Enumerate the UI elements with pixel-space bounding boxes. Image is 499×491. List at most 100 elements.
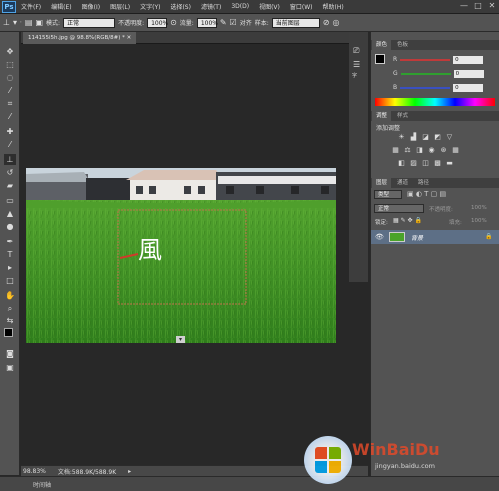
airbrush-icon[interactable]: ✎ [220, 18, 227, 28]
minimize-button[interactable]: — [459, 1, 469, 11]
crop-tool-icon[interactable]: ⌗ [4, 98, 16, 109]
menu-select[interactable]: 选择(S) [165, 2, 196, 11]
brush-size[interactable]: ⋅ [20, 19, 22, 26]
layer-row-background[interactable]: 👁 背景 🔒 [371, 230, 499, 244]
marquee-tool-icon[interactable]: ⬚ [4, 59, 16, 70]
layer-opacity-value[interactable]: 100% [471, 205, 487, 211]
type-tool-icon[interactable]: T [4, 249, 16, 260]
invert-icon[interactable]: ◧ [397, 159, 406, 167]
layer-visibility-eye-icon[interactable]: 👁 [375, 233, 384, 241]
menu-image[interactable]: 图像(I) [77, 2, 105, 11]
sample-select[interactable]: 当前图层 [271, 17, 320, 28]
menu-3d[interactable]: 3D(D) [226, 3, 254, 10]
green-slider[interactable] [400, 72, 451, 75]
curves-icon[interactable]: ◪ [421, 133, 430, 141]
ignore-adjustment-icon[interactable]: ⊘ [323, 18, 330, 28]
document-image[interactable] [26, 168, 336, 343]
mode-select[interactable]: 正常 [63, 17, 116, 28]
timeline-label[interactable]: 时间轴 [33, 480, 51, 489]
pressure-size-icon[interactable]: ◎ [332, 18, 339, 28]
menu-view[interactable]: 视图(V) [254, 2, 285, 11]
flow-input[interactable]: 100% [196, 17, 218, 28]
gradient-map-icon[interactable]: ▬ [445, 159, 454, 167]
lock-icons[interactable]: ▦ ✎ ✥ 🔒 [393, 217, 422, 224]
menu-help[interactable]: 帮助(H) [318, 2, 349, 11]
maximize-button[interactable]: □ [473, 1, 483, 11]
hue-saturation-icon[interactable]: ▦ [391, 146, 400, 154]
eyedropper-tool-icon[interactable]: ⁄ [4, 111, 16, 122]
tab-styles[interactable]: 样式 [393, 111, 412, 121]
foreground-color-swatch[interactable] [4, 328, 13, 337]
properties-panel-icon[interactable]: ☰ [353, 60, 360, 69]
tab-adjustments[interactable]: 调整 [372, 111, 392, 121]
healing-brush-tool-icon[interactable]: ✚ [4, 126, 16, 137]
zoom-level[interactable]: 98.83% [23, 468, 46, 475]
lasso-tool-icon[interactable]: ◌ [4, 72, 16, 83]
opacity-input[interactable]: 100% [147, 17, 168, 28]
stamp-tool-icon[interactable]: ⊥ [3, 18, 10, 28]
gradient-tool-icon[interactable]: ▭ [4, 195, 16, 206]
fill-value[interactable]: 100% [471, 218, 487, 224]
layer-blend-mode[interactable]: 正常 [374, 204, 424, 213]
path-select-tool-icon[interactable]: ▸ [4, 262, 16, 273]
layer-filter-icons[interactable]: ▣ ◐ T ▢ ▤ [407, 190, 446, 198]
brush-preset-icon[interactable]: ▾ [13, 18, 17, 28]
blur-tool-icon[interactable]: ▲ [4, 208, 16, 219]
history-panel-icon[interactable]: ⎚ [353, 46, 359, 56]
screen-mode-icon[interactable]: ▣ [4, 362, 16, 373]
green-value[interactable]: 0 [453, 69, 484, 78]
color-foreground-swatch[interactable] [375, 54, 385, 64]
menu-file[interactable]: 文件(F) [16, 2, 46, 11]
zoom-tool-icon[interactable]: ⌕ [4, 303, 16, 314]
document-info[interactable]: 文档:588.9K/588.9K [58, 467, 116, 476]
tab-channels[interactable]: 通道 [393, 178, 412, 188]
channel-mixer-icon[interactable]: ⊛ [439, 146, 448, 154]
shape-tool-icon[interactable]: □ [4, 275, 16, 286]
layer-name[interactable]: 背景 [411, 233, 423, 242]
tab-color[interactable]: 颜色 [372, 40, 392, 50]
swap-colors-icon[interactable]: ⇆ [4, 315, 16, 326]
color-balance-icon[interactable]: ⚖ [403, 146, 412, 154]
vibrance-icon[interactable]: ▽ [445, 133, 454, 141]
pen-tool-icon[interactable]: ✒ [4, 236, 16, 247]
levels-icon[interactable]: ▟ [409, 133, 418, 141]
canvas-scroll-handle-icon[interactable]: ▾ [176, 336, 185, 343]
menu-window[interactable]: 窗口(W) [285, 2, 318, 11]
color-lookup-icon[interactable]: ▦ [451, 146, 460, 154]
menu-layer[interactable]: 图层(L) [105, 2, 135, 11]
eraser-tool-icon[interactable]: ▰ [4, 180, 16, 191]
brush-panel-icon[interactable]: ▤ [25, 18, 33, 28]
status-arrow-icon[interactable]: ▸ [128, 468, 131, 475]
tab-layers[interactable]: 图层 [372, 178, 392, 188]
quick-mask-icon[interactable]: ◙ [4, 348, 16, 359]
color-spectrum-bar[interactable] [375, 98, 495, 106]
menu-filter[interactable]: 滤镜(T) [196, 2, 226, 11]
brightness-icon[interactable]: ☀ [397, 133, 406, 141]
move-tool-icon[interactable]: ✥ [4, 46, 16, 57]
menu-type[interactable]: 文字(Y) [135, 2, 165, 11]
aligned-checkbox[interactable]: ☑ [230, 18, 237, 28]
photo-filter-icon[interactable]: ◉ [427, 146, 436, 154]
clone-source-icon[interactable]: ▣ [35, 18, 43, 28]
tab-swatches[interactable]: 色板 [393, 40, 412, 50]
dodge-tool-icon[interactable]: ● [4, 221, 16, 232]
threshold-icon[interactable]: ◫ [421, 159, 430, 167]
quick-select-tool-icon[interactable]: ⁄ [4, 85, 16, 96]
clone-stamp-tool-icon[interactable]: ⊥ [4, 154, 16, 165]
red-slider[interactable] [400, 58, 451, 61]
red-value[interactable]: 0 [453, 55, 484, 64]
clone-source-panel-icon[interactable]: 字 [352, 72, 357, 79]
menu-edit[interactable]: 编辑(E) [46, 2, 76, 11]
history-brush-tool-icon[interactable]: ↺ [4, 167, 16, 178]
hand-tool-icon[interactable]: ✋ [4, 290, 16, 301]
posterize-icon[interactable]: ▨ [409, 159, 418, 167]
selective-color-icon[interactable]: ▩ [433, 159, 442, 167]
document-tab[interactable]: 114155i5h.jpg @ 98.8%(RGB/8#) * ✕ [23, 32, 137, 44]
tab-paths[interactable]: 路径 [414, 178, 433, 188]
close-button[interactable]: ✕ [487, 1, 497, 11]
black-white-icon[interactable]: ◨ [415, 146, 424, 154]
exposure-icon[interactable]: ◩ [433, 133, 442, 141]
opacity-pressure-icon[interactable]: ⊙ [170, 18, 177, 28]
blue-slider[interactable] [400, 86, 451, 89]
blue-value[interactable]: 0 [453, 83, 484, 92]
